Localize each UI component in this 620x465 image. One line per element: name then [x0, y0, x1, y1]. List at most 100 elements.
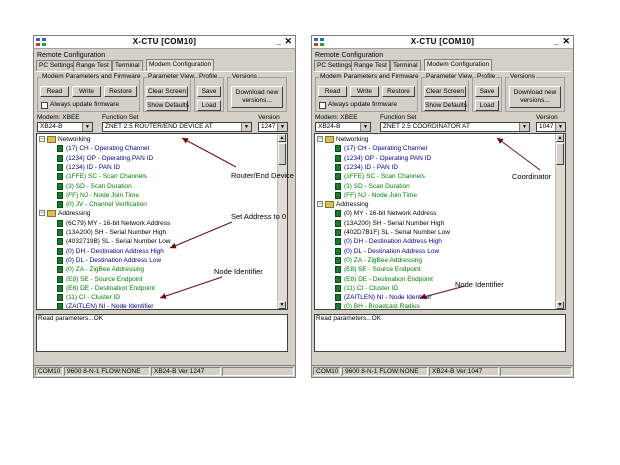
show-defaults-button[interactable]: Show Defaults: [146, 100, 189, 111]
parameter-icon: [335, 191, 341, 199]
status-model: XB24-B Ver:1247: [151, 367, 221, 376]
status-port: COM10: [35, 367, 63, 376]
tree-item-label: (4032719B) SL - Serial Number Low: [66, 238, 171, 246]
restore-button[interactable]: Restore: [382, 86, 415, 97]
load-button[interactable]: Load: [475, 100, 499, 111]
tab-modem-configuration[interactable]: Modem Configuration: [146, 59, 215, 71]
save-button[interactable]: Save: [197, 86, 221, 97]
restore-button[interactable]: Restore: [104, 86, 137, 97]
minimize-icon[interactable]: _: [276, 36, 281, 46]
scroll-up-icon[interactable]: ▲: [556, 134, 564, 142]
tree-node-label: Addressing: [58, 210, 91, 218]
scroll-down-icon[interactable]: ▼: [556, 301, 564, 309]
parameter-icon: [57, 154, 63, 162]
parameter-icon: [57, 191, 63, 199]
profile-group: Profile Save Load: [472, 73, 502, 112]
always-update-checkbox[interactable]: [41, 102, 48, 109]
scrollbar-thumb[interactable]: [278, 143, 286, 165]
tree-item-label: (3) SD - Scan Duration: [66, 182, 132, 190]
minimize-icon[interactable]: _: [554, 36, 559, 46]
parameter-icon: [335, 173, 341, 181]
annotation-router-end-device: Router/End Device: [231, 171, 294, 180]
save-button[interactable]: Save: [475, 86, 499, 97]
status-port: COM10: [313, 367, 341, 376]
chevron-down-icon[interactable]: ▼: [519, 123, 529, 131]
parameter-icon: [335, 182, 341, 190]
chevron-down-icon[interactable]: ▼: [277, 123, 287, 131]
write-button[interactable]: Write: [72, 86, 101, 97]
scroll-up-icon[interactable]: ▲: [278, 134, 286, 142]
status-log: Read parameters...OK: [36, 314, 288, 352]
tree-item-label: (FF) NJ - Node Join Time: [344, 191, 417, 199]
tab-modem-configuration[interactable]: Modem Configuration: [424, 59, 493, 71]
parameter-tree[interactable]: − Networking (17) CH - Operating Channel (1…: [36, 133, 288, 310]
collapse-icon[interactable]: −: [317, 201, 323, 208]
folder-icon: [47, 136, 56, 143]
function-set-label: Function Set: [102, 114, 139, 121]
version-select[interactable]: 1047 ▼: [536, 122, 566, 132]
parameter-icon: [57, 256, 63, 264]
tree-scrollbar[interactable]: ▲ ▼: [277, 134, 287, 309]
chevron-down-icon[interactable]: ▼: [82, 123, 92, 131]
modem-select[interactable]: XB24-B ▼: [37, 122, 93, 132]
chevron-down-icon[interactable]: ▼: [360, 123, 370, 131]
title-bar[interactable]: X-CTU [COM10] _ ✕: [312, 36, 573, 49]
tree-item-label: (FF) NJ - Node Join Time: [66, 191, 139, 199]
clear-screen-button[interactable]: Clear Screen: [146, 86, 188, 97]
tree-item-label: (0) DL - Destination Address Low: [66, 256, 162, 264]
close-icon[interactable]: ✕: [284, 36, 292, 47]
download-versions-button[interactable]: Download new versions...: [509, 86, 561, 108]
annotation-node-identifier-right: Node Identifier: [455, 280, 504, 289]
collapse-icon[interactable]: −: [39, 210, 45, 217]
close-icon[interactable]: ✕: [562, 36, 570, 47]
clear-screen-button[interactable]: Clear Screen: [424, 86, 466, 97]
status-log: Read parameters...OK: [314, 314, 566, 352]
status-extra: [222, 367, 294, 376]
status-settings: 9600 8-N-1 FLOW:NONE: [64, 367, 150, 376]
always-update-checkbox[interactable]: [319, 102, 326, 109]
parameter-icon: [57, 247, 63, 255]
parameter-icon: [335, 294, 341, 302]
collapse-icon[interactable]: −: [317, 136, 323, 142]
tab-range-test[interactable]: Range Test: [351, 60, 390, 71]
tab-pc-settings[interactable]: PC Settings: [314, 60, 355, 71]
write-button[interactable]: Write: [350, 86, 379, 97]
chevron-down-icon[interactable]: ▼: [555, 123, 565, 131]
parameter-icon: [335, 256, 341, 264]
remote-configuration-menu[interactable]: Remote Configuration: [315, 52, 383, 59]
tab-terminal[interactable]: Terminal: [112, 60, 143, 71]
version-select[interactable]: 1247 ▼: [258, 122, 288, 132]
parameter-icon: [57, 266, 63, 274]
tree-item-label: (E8) DE - Destination Endpoint: [66, 284, 155, 292]
tab-terminal[interactable]: Terminal: [390, 60, 421, 71]
show-defaults-button[interactable]: Show Defaults: [424, 100, 467, 111]
scroll-down-icon[interactable]: ▼: [278, 301, 286, 309]
tab-range-test[interactable]: Range Test: [73, 60, 112, 71]
version-select-value: 1047: [539, 123, 554, 130]
title-bar[interactable]: X-CTU [COM10] _ ✕: [34, 36, 295, 49]
load-button[interactable]: Load: [197, 100, 221, 111]
scrollbar-thumb[interactable]: [556, 143, 564, 165]
read-button[interactable]: Read: [40, 86, 69, 97]
tree-scrollbar[interactable]: ▲ ▼: [555, 134, 565, 309]
parameter-icon: [335, 238, 341, 246]
group-label-versions: Versions: [231, 73, 258, 80]
remote-configuration-menu[interactable]: Remote Configuration: [37, 52, 105, 59]
function-set-select[interactable]: ZNET 2.5 COORDINATOR AT ▼: [380, 122, 530, 132]
tree-item-label: (0) DH - Destination Address High: [66, 247, 164, 255]
collapse-icon[interactable]: −: [39, 136, 45, 142]
tree-item-label: (1234) OP - Operating PAN ID: [66, 154, 154, 162]
parameter-icon: [57, 284, 63, 292]
parameter-icon: [335, 266, 341, 274]
download-versions-button[interactable]: Download new versions...: [231, 86, 283, 108]
tree-item-label: (1234) OP - Operating PAN ID: [344, 154, 432, 162]
tree-item-label: (ZAITLEN) NI - Node Identifier: [66, 303, 154, 310]
versions-group: Versions Download new versions...: [227, 73, 287, 112]
folder-icon: [47, 210, 56, 218]
modem-select[interactable]: XB24-B ▼: [315, 122, 371, 132]
chevron-down-icon[interactable]: ▼: [241, 123, 251, 131]
read-button[interactable]: Read: [318, 86, 347, 97]
parameter-tree[interactable]: − Networking (17) CH - Operating Channel (1…: [314, 133, 566, 310]
function-set-select[interactable]: ZNET 2.5 ROUTER/END DEVICE AT ▼: [102, 122, 252, 132]
tab-pc-settings[interactable]: PC Settings: [36, 60, 77, 71]
